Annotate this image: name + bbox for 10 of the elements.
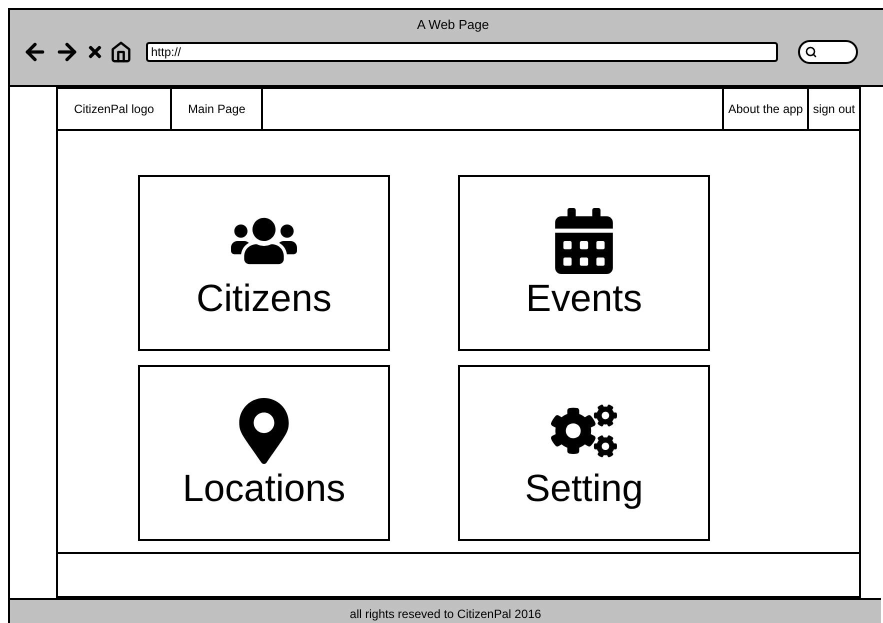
menu-tile[interactable]: Events — [458, 175, 710, 351]
footer-text: all rights reseved to CitizenPal 2016 — [350, 606, 542, 623]
menu-tile[interactable]: Setting — [458, 365, 710, 541]
menu-tile[interactable]: Locations — [138, 365, 390, 541]
address-field[interactable]: http:// — [146, 42, 778, 62]
menu-tile[interactable]: Citizens — [138, 175, 390, 351]
search-icon — [805, 46, 817, 58]
window-title: A Web Page — [416, 16, 490, 34]
search-field[interactable] — [798, 40, 858, 64]
home-icon[interactable] — [110, 40, 132, 62]
